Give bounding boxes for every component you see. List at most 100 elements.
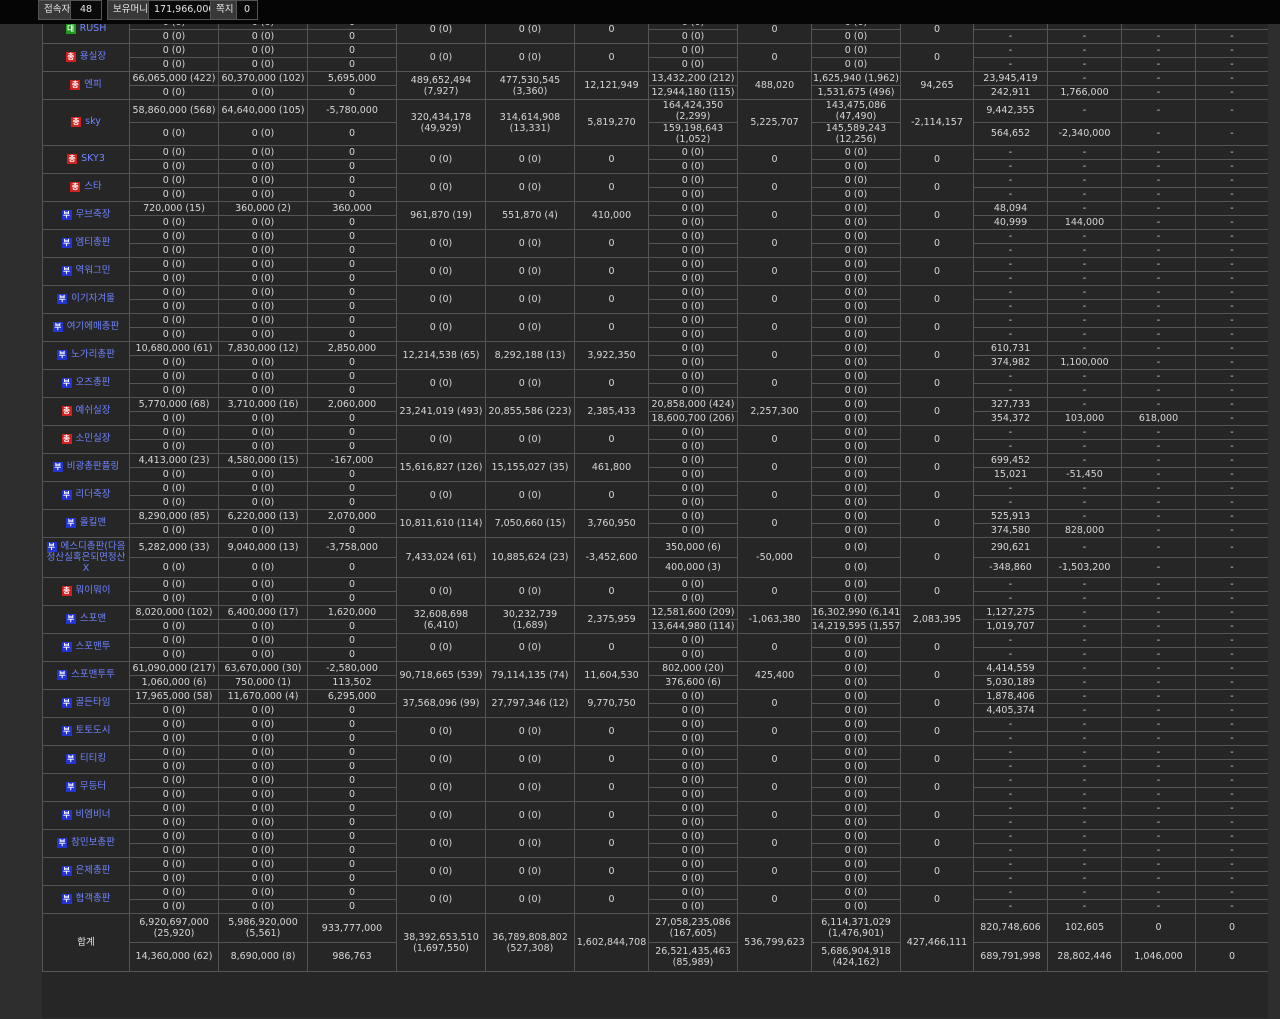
rolling-cell: 48,094 xyxy=(973,201,1048,216)
site-link[interactable]: 스포맨투 xyxy=(76,641,111,652)
site-link[interactable]: 은제총판 xyxy=(76,865,111,876)
betting-cell: 20,855,586 (223) xyxy=(485,397,575,426)
site-link[interactable]: 골든타임 xyxy=(76,697,111,708)
betting-cell: 0 (0) xyxy=(396,857,486,886)
site-name-cell[interactable]: 부 에스디총판(다음정산실혹은되면정산X xyxy=(42,537,130,578)
site-name-cell[interactable]: 부 스포맨투 xyxy=(42,633,130,662)
site-link[interactable]: 예쉬실장 xyxy=(76,405,111,416)
site-name-cell[interactable]: 부 토토도시 xyxy=(42,717,130,746)
amount-cell: 0 xyxy=(307,85,397,100)
site-name-cell[interactable]: 부 비광총판플링 xyxy=(42,453,130,482)
rolling-cell: - xyxy=(1047,885,1122,900)
site-link[interactable]: 협객총판 xyxy=(76,893,111,904)
site-link[interactable]: 여기에매총판 xyxy=(67,321,119,332)
site-link[interactable]: 역워그민 xyxy=(76,265,111,276)
betting-cell: 0 xyxy=(574,369,649,398)
total-row: 14,360,000 (62) 8,690,000 (8) 986,763 26,52… xyxy=(43,942,1268,972)
site-link[interactable]: 뭐이뭐이 xyxy=(76,585,111,596)
game-amount-cell: 802,000 (20) xyxy=(648,661,738,676)
table-row: 0 (0) 0 (0) 0 0 (0) 0 (0) - - - - xyxy=(43,243,1268,258)
amount-cell: 0 (0) xyxy=(129,745,219,760)
amount-cell: 1,620,000 xyxy=(307,605,397,620)
game-profit-cell: 0 xyxy=(900,313,974,342)
amount-cell: 0 (0) xyxy=(218,619,308,634)
site-name-cell[interactable]: 부 이기자겨울 xyxy=(42,285,130,314)
site-link[interactable]: 비엠비너 xyxy=(76,809,111,820)
site-link[interactable]: 소민실장 xyxy=(76,433,111,444)
site-name-cell[interactable]: 부 노가리총판 xyxy=(42,341,130,370)
site-name-cell[interactable]: 총 스타 xyxy=(42,173,130,202)
site-link[interactable]: 용실장 xyxy=(80,51,106,62)
site-link[interactable]: 참민보총판 xyxy=(71,837,115,848)
game-amount-cell: 20,858,000 (424) xyxy=(648,397,738,412)
site-name-cell[interactable]: 대 RUSH xyxy=(42,24,130,44)
site-link[interactable]: 스포맨투투 xyxy=(71,669,115,680)
table-row: 0 (0) 0 (0) 0 18,600,700 (206) 0 (0) 354,372 1… xyxy=(43,411,1268,426)
rolling-cell: - xyxy=(973,173,1048,188)
site-name-cell[interactable]: 총 용실장 xyxy=(42,43,130,72)
site-link[interactable]: 스타 xyxy=(84,181,101,192)
game-amount-cell: 0 (0) xyxy=(648,271,738,286)
rolling-cell: - xyxy=(1047,717,1122,732)
game-profit-cell: 0 xyxy=(737,717,812,746)
site-name-cell[interactable]: 부 여기에매총판 xyxy=(42,313,130,342)
site-link[interactable]: 오즈총판 xyxy=(76,377,111,388)
site-name-cell[interactable]: 부 비엠비너 xyxy=(42,801,130,830)
site-name-cell[interactable]: 총 소민실장 xyxy=(42,425,130,454)
site-link[interactable]: 엠티총판 xyxy=(76,237,111,248)
site-name-cell[interactable]: 부 엠티총판 xyxy=(42,229,130,258)
site-name-cell[interactable]: 부 스포맨투투 xyxy=(42,661,130,690)
site-link[interactable]: 스포맨 xyxy=(80,613,106,624)
settlement-table-container[interactable]: 대RUSH0 (0)0 (0)00 (0)0 (0)00 (0)00 (0)0-… xyxy=(42,24,1268,1018)
site-name-cell[interactable]: 부 역워그민 xyxy=(42,257,130,286)
site-name-cell[interactable]: 부 참민보총판 xyxy=(42,829,130,858)
site-link[interactable]: 티티킹 xyxy=(80,753,106,764)
rolling-cell: - xyxy=(1047,605,1122,620)
site-name-cell[interactable]: 총 sky xyxy=(42,99,130,146)
site-name-cell[interactable]: 부 골든타임 xyxy=(42,689,130,718)
site-name-cell[interactable]: 부 티티킹 xyxy=(42,745,130,774)
betting-cell: 0 (0) xyxy=(396,633,486,662)
site-name-cell[interactable]: 부 무등터 xyxy=(42,773,130,802)
rolling-cell: - xyxy=(1195,717,1268,732)
site-link[interactable]: 에스디총판(다음정산실혹은되면정산X xyxy=(47,541,126,574)
game-profit-cell: 0 xyxy=(900,857,974,886)
betting-cell: 8,292,188 (13) xyxy=(485,341,575,370)
site-link[interactable]: 이기자겨울 xyxy=(71,293,115,304)
site-name-cell[interactable]: 부 은제총판 xyxy=(42,857,130,886)
site-name-cell[interactable]: 부 올킬맨 xyxy=(42,509,130,538)
site-link[interactable]: 무등터 xyxy=(80,781,106,792)
betting-cell: 0 (0) xyxy=(396,717,486,746)
rolling-cell: - xyxy=(1121,299,1196,314)
game-amount-cell: 0 (0) xyxy=(648,523,738,538)
site-link[interactable]: 엔피 xyxy=(84,79,101,90)
site-link[interactable]: 노가리총판 xyxy=(71,349,115,360)
site-link[interactable]: 비광총판플링 xyxy=(67,461,119,472)
site-name-cell[interactable]: 부 오즈총판 xyxy=(42,369,130,398)
rolling-cell: - xyxy=(1195,605,1268,620)
site-name-cell[interactable]: 부 스포맨 xyxy=(42,605,130,634)
site-link[interactable]: 토토도시 xyxy=(76,725,111,736)
site-name-cell[interactable]: 총 엔피 xyxy=(42,71,130,100)
site-name-cell[interactable]: 총 뭐이뭐이 xyxy=(42,577,130,606)
site-link[interactable]: sky xyxy=(85,116,101,127)
rolling-cell: - xyxy=(1047,633,1122,648)
site-name-cell[interactable]: 부 협객총판 xyxy=(42,885,130,914)
site-link[interactable]: SKY3 xyxy=(81,153,105,164)
amount-cell: 0 (0) xyxy=(129,29,219,44)
rolling-cell: - xyxy=(1121,29,1196,44)
game-amount-cell: 0 (0) xyxy=(648,173,738,188)
site-name-cell[interactable]: 부 리더축장 xyxy=(42,481,130,510)
site-name-cell[interactable]: 부 무브축장 xyxy=(42,201,130,230)
messages-count[interactable]: 0 xyxy=(236,0,258,20)
site-link[interactable]: 무브축장 xyxy=(76,209,111,220)
site-name-cell[interactable]: 총 SKY3 xyxy=(42,145,130,174)
site-type-badge: 총 xyxy=(67,154,78,165)
site-name-cell[interactable]: 총 예쉬실장 xyxy=(42,397,130,426)
game-amount-cell: 0 (0) xyxy=(648,327,738,342)
site-link[interactable]: RUSH xyxy=(80,24,107,34)
site-link[interactable]: 올킬맨 xyxy=(80,517,106,528)
site-type-badge: 총 xyxy=(61,434,72,445)
site-link[interactable]: 리더축장 xyxy=(76,489,111,500)
game-amount-cell: 0 (0) xyxy=(648,29,738,44)
